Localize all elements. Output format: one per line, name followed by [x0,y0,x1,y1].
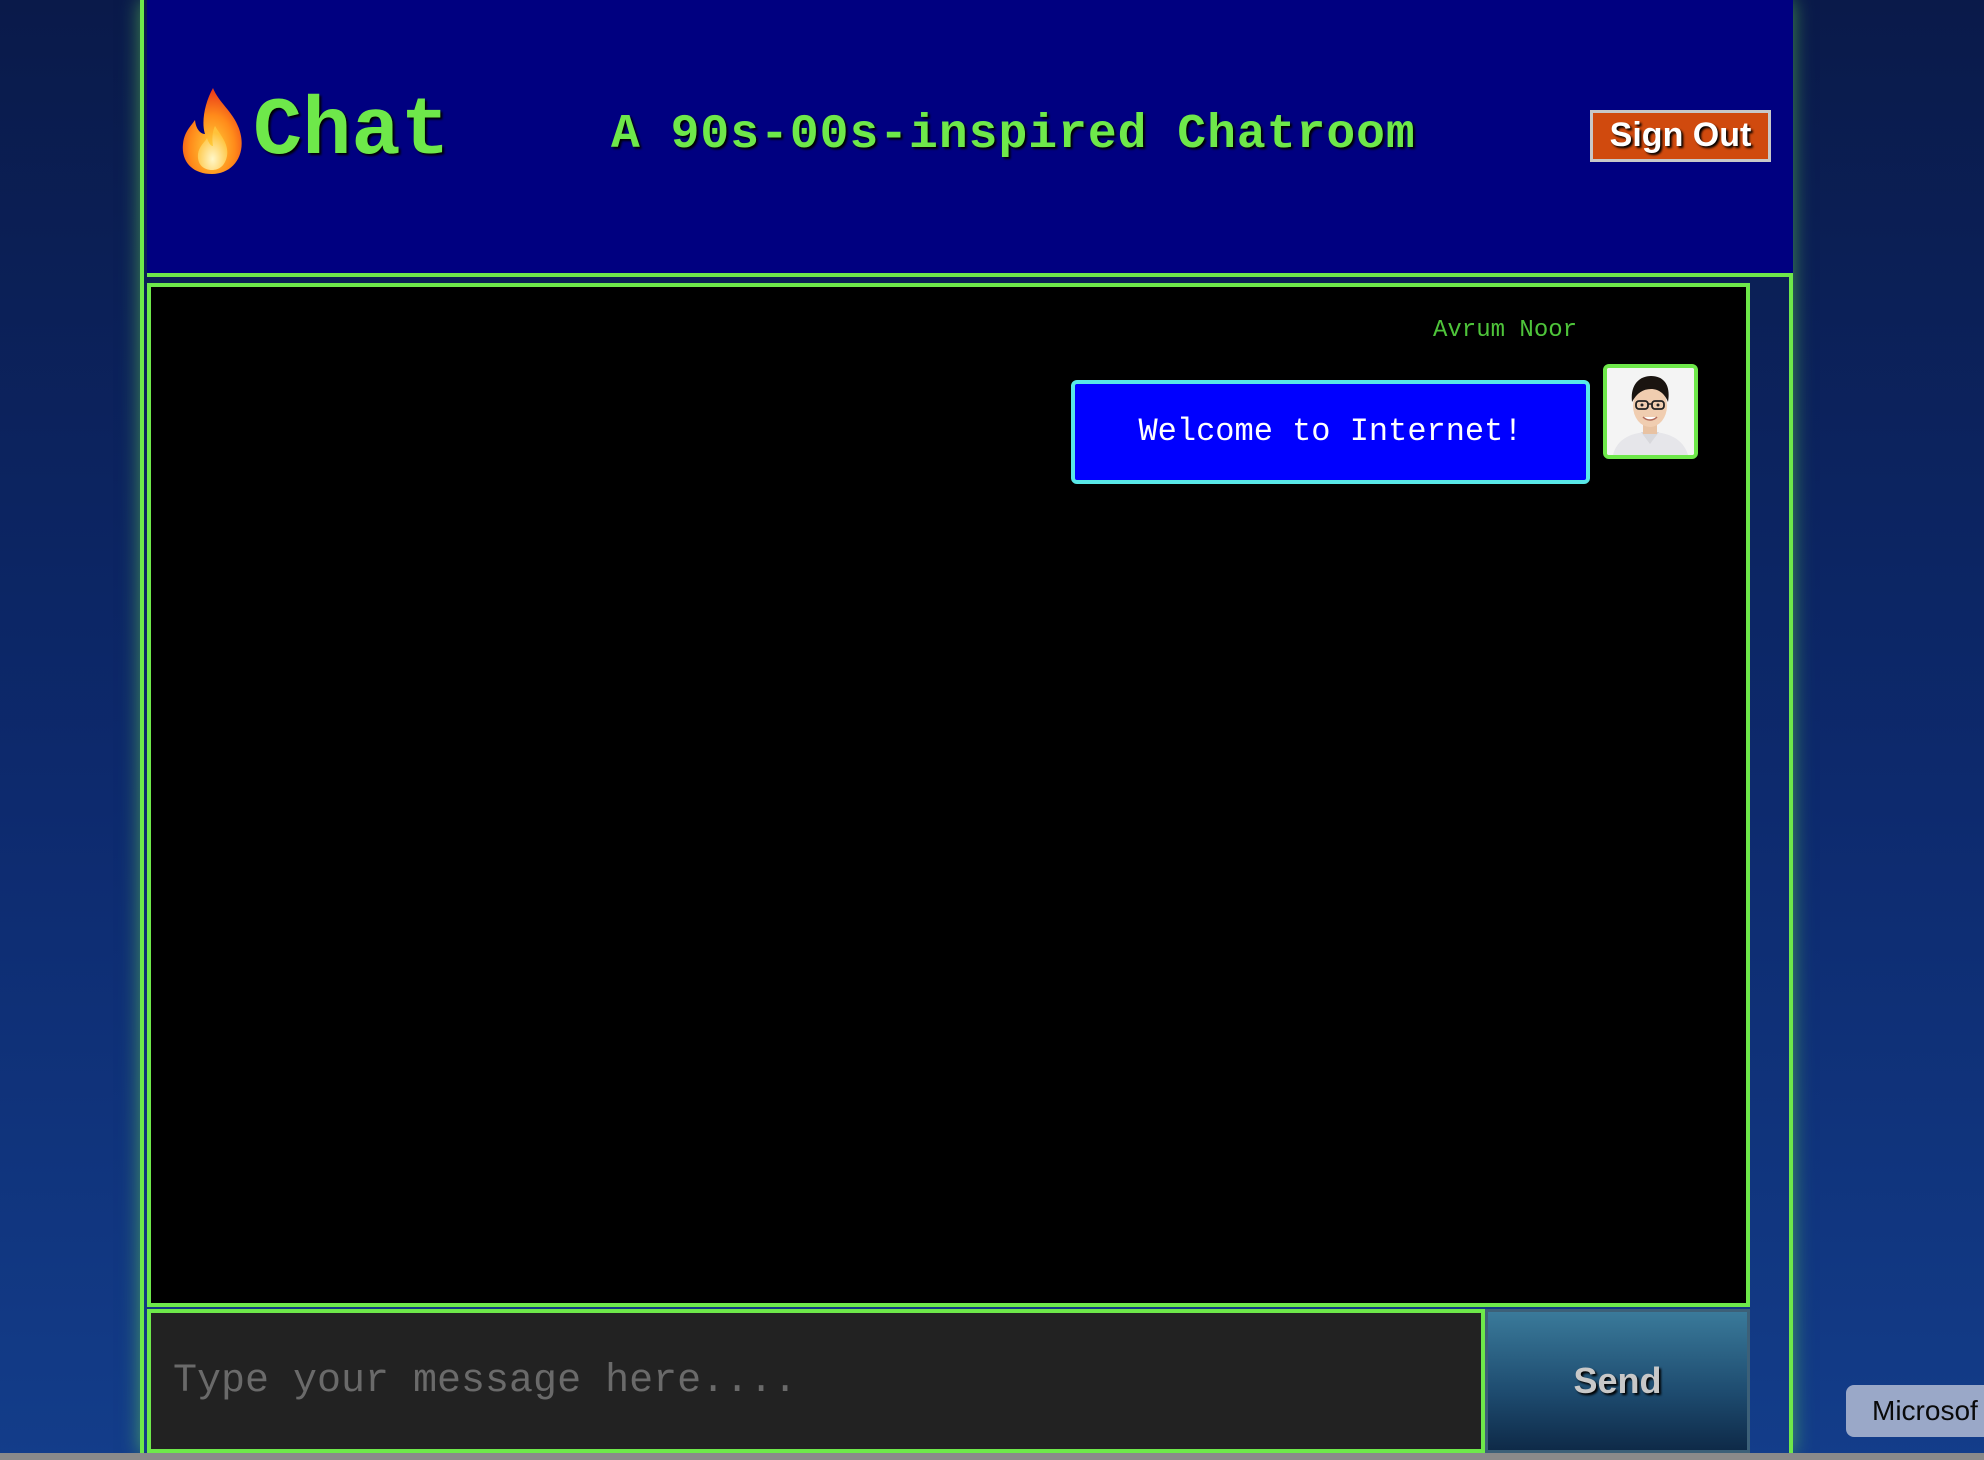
chat-messages-area[interactable]: Avrum Noor Welcome to Internet! [147,283,1750,1307]
message-bubble: Welcome to Internet! [1071,380,1590,484]
page-title: A 90s-00s-inspired Chatroom [611,108,1416,162]
send-button[interactable]: Send [1485,1309,1750,1453]
window-bottom-edge [0,1453,1984,1460]
message-username: Avrum Noor [1433,317,1578,344]
sign-out-button[interactable]: Sign Out [1590,110,1771,162]
composer: Send [147,1309,1750,1453]
fire-icon [175,86,249,178]
logo: Chat [175,86,450,178]
header: Chat A 90s-00s-inspired Chatroom Sign Ou… [147,0,1793,277]
logo-text: Chat [253,85,450,178]
message-input[interactable] [147,1309,1485,1453]
user-avatar [1603,364,1698,459]
tooltip: Microsof [1846,1385,1984,1437]
